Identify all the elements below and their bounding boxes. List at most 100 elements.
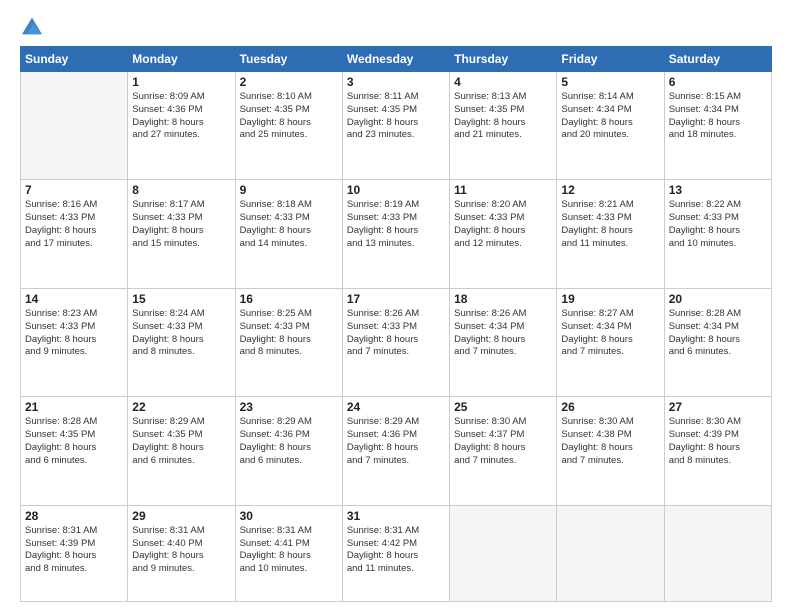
sunset: Sunset: 4:42 PM (347, 538, 445, 551)
weekday-header-wednesday: Wednesday (342, 47, 449, 72)
weekday-header-sunday: Sunday (21, 47, 128, 72)
calendar-cell: 29 Sunrise: 8:31 AM Sunset: 4:40 PM Dayl… (128, 505, 235, 601)
weekday-header-monday: Monday (128, 47, 235, 72)
sunset: Sunset: 4:38 PM (561, 429, 659, 442)
daylight-hours: Daylight: 8 hours (240, 117, 338, 130)
sunrise: Sunrise: 8:13 AM (454, 91, 552, 104)
daylight-hours: Daylight: 8 hours (132, 334, 230, 347)
calendar-cell: 10 Sunrise: 8:19 AM Sunset: 4:33 PM Dayl… (342, 180, 449, 288)
sunset: Sunset: 4:34 PM (454, 321, 552, 334)
sunset: Sunset: 4:34 PM (561, 104, 659, 117)
sunrise: Sunrise: 8:18 AM (240, 199, 338, 212)
sunset: Sunset: 4:33 PM (347, 212, 445, 225)
sunrise: Sunrise: 8:29 AM (240, 416, 338, 429)
sunset: Sunset: 4:35 PM (347, 104, 445, 117)
daylight-minutes: and 15 minutes. (132, 238, 230, 251)
daylight-hours: Daylight: 8 hours (561, 117, 659, 130)
sunset: Sunset: 4:33 PM (240, 212, 338, 225)
daylight-hours: Daylight: 8 hours (669, 117, 767, 130)
sunrise: Sunrise: 8:28 AM (25, 416, 123, 429)
sunrise: Sunrise: 8:27 AM (561, 308, 659, 321)
calendar-cell: 19 Sunrise: 8:27 AM Sunset: 4:34 PM Dayl… (557, 288, 664, 396)
calendar-week-5: 28 Sunrise: 8:31 AM Sunset: 4:39 PM Dayl… (21, 505, 772, 601)
day-number: 29 (132, 509, 230, 523)
daylight-minutes: and 25 minutes. (240, 129, 338, 142)
calendar-cell: 30 Sunrise: 8:31 AM Sunset: 4:41 PM Dayl… (235, 505, 342, 601)
daylight-hours: Daylight: 8 hours (347, 117, 445, 130)
sunrise: Sunrise: 8:30 AM (669, 416, 767, 429)
sunset: Sunset: 4:39 PM (25, 538, 123, 551)
sunrise: Sunrise: 8:25 AM (240, 308, 338, 321)
sunset: Sunset: 4:36 PM (240, 429, 338, 442)
day-number: 21 (25, 400, 123, 414)
weekday-header-saturday: Saturday (664, 47, 771, 72)
daylight-minutes: and 6 minutes. (240, 455, 338, 468)
daylight-minutes: and 7 minutes. (454, 455, 552, 468)
day-number: 15 (132, 292, 230, 306)
sunset: Sunset: 4:35 PM (454, 104, 552, 117)
day-number: 11 (454, 183, 552, 197)
calendar-body: 1 Sunrise: 8:09 AM Sunset: 4:36 PM Dayli… (21, 72, 772, 602)
calendar-cell: 28 Sunrise: 8:31 AM Sunset: 4:39 PM Dayl… (21, 505, 128, 601)
sunrise: Sunrise: 8:31 AM (347, 525, 445, 538)
day-number: 25 (454, 400, 552, 414)
sunrise: Sunrise: 8:29 AM (347, 416, 445, 429)
calendar-cell: 15 Sunrise: 8:24 AM Sunset: 4:33 PM Dayl… (128, 288, 235, 396)
daylight-hours: Daylight: 8 hours (454, 117, 552, 130)
daylight-hours: Daylight: 8 hours (561, 334, 659, 347)
daylight-minutes: and 8 minutes. (25, 563, 123, 576)
daylight-hours: Daylight: 8 hours (454, 225, 552, 238)
sunset: Sunset: 4:40 PM (132, 538, 230, 551)
calendar-cell: 5 Sunrise: 8:14 AM Sunset: 4:34 PM Dayli… (557, 72, 664, 180)
calendar-cell: 9 Sunrise: 8:18 AM Sunset: 4:33 PM Dayli… (235, 180, 342, 288)
calendar-cell: 12 Sunrise: 8:21 AM Sunset: 4:33 PM Dayl… (557, 180, 664, 288)
sunset: Sunset: 4:33 PM (132, 321, 230, 334)
daylight-minutes: and 17 minutes. (25, 238, 123, 251)
calendar-cell: 4 Sunrise: 8:13 AM Sunset: 4:35 PM Dayli… (450, 72, 557, 180)
calendar-cell: 26 Sunrise: 8:30 AM Sunset: 4:38 PM Dayl… (557, 397, 664, 505)
sunset: Sunset: 4:34 PM (669, 104, 767, 117)
calendar-cell: 25 Sunrise: 8:30 AM Sunset: 4:37 PM Dayl… (450, 397, 557, 505)
daylight-minutes: and 6 minutes. (669, 346, 767, 359)
sunset: Sunset: 4:36 PM (347, 429, 445, 442)
daylight-minutes: and 7 minutes. (454, 346, 552, 359)
sunrise: Sunrise: 8:31 AM (240, 525, 338, 538)
daylight-minutes: and 7 minutes. (561, 455, 659, 468)
day-number: 2 (240, 75, 338, 89)
daylight-hours: Daylight: 8 hours (561, 225, 659, 238)
sunset: Sunset: 4:37 PM (454, 429, 552, 442)
sunrise: Sunrise: 8:26 AM (347, 308, 445, 321)
sunrise: Sunrise: 8:26 AM (454, 308, 552, 321)
daylight-hours: Daylight: 8 hours (25, 550, 123, 563)
sunrise: Sunrise: 8:30 AM (561, 416, 659, 429)
calendar-week-3: 14 Sunrise: 8:23 AM Sunset: 4:33 PM Dayl… (21, 288, 772, 396)
daylight-minutes: and 21 minutes. (454, 129, 552, 142)
calendar-cell: 27 Sunrise: 8:30 AM Sunset: 4:39 PM Dayl… (664, 397, 771, 505)
daylight-minutes: and 10 minutes. (669, 238, 767, 251)
logo (20, 16, 42, 36)
day-number: 10 (347, 183, 445, 197)
page: SundayMondayTuesdayWednesdayThursdayFrid… (0, 0, 792, 612)
daylight-minutes: and 8 minutes. (240, 346, 338, 359)
calendar-cell: 24 Sunrise: 8:29 AM Sunset: 4:36 PM Dayl… (342, 397, 449, 505)
sunset: Sunset: 4:33 PM (132, 212, 230, 225)
day-number: 23 (240, 400, 338, 414)
daylight-hours: Daylight: 8 hours (669, 442, 767, 455)
daylight-minutes: and 7 minutes. (347, 455, 445, 468)
calendar-cell: 3 Sunrise: 8:11 AM Sunset: 4:35 PM Dayli… (342, 72, 449, 180)
day-number: 8 (132, 183, 230, 197)
sunset: Sunset: 4:34 PM (669, 321, 767, 334)
sunrise: Sunrise: 8:31 AM (132, 525, 230, 538)
daylight-hours: Daylight: 8 hours (132, 117, 230, 130)
sunrise: Sunrise: 8:21 AM (561, 199, 659, 212)
daylight-hours: Daylight: 8 hours (669, 334, 767, 347)
daylight-minutes: and 20 minutes. (561, 129, 659, 142)
calendar-week-4: 21 Sunrise: 8:28 AM Sunset: 4:35 PM Dayl… (21, 397, 772, 505)
weekday-header-row: SundayMondayTuesdayWednesdayThursdayFrid… (21, 47, 772, 72)
day-number: 12 (561, 183, 659, 197)
daylight-hours: Daylight: 8 hours (454, 442, 552, 455)
daylight-minutes: and 8 minutes. (669, 455, 767, 468)
sunrise: Sunrise: 8:09 AM (132, 91, 230, 104)
calendar-cell: 1 Sunrise: 8:09 AM Sunset: 4:36 PM Dayli… (128, 72, 235, 180)
daylight-minutes: and 10 minutes. (240, 563, 338, 576)
